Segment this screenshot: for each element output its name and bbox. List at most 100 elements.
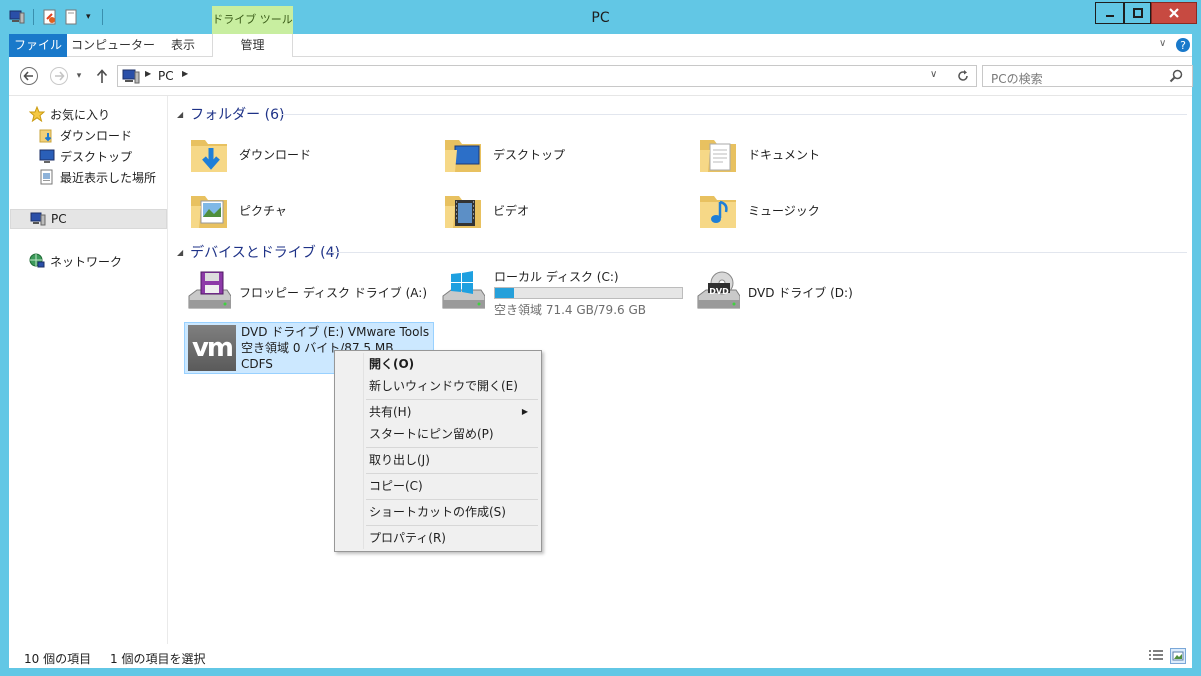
- downloads-folder-icon: [187, 132, 231, 176]
- dvd-logo-text: DVD: [709, 286, 729, 296]
- menu-separator: [366, 499, 538, 500]
- group-header-devices[interactable]: ◢ デバイスとドライブ (4): [177, 242, 340, 262]
- minimize-button[interactable]: [1095, 2, 1124, 24]
- up-button[interactable]: [93, 65, 111, 87]
- menu-item-share[interactable]: 共有(H) ▶: [338, 401, 538, 423]
- help-icon[interactable]: ?: [1175, 37, 1191, 53]
- group-divider: [281, 114, 1187, 115]
- group-divider: [329, 252, 1187, 253]
- nav-item-network[interactable]: ネットワーク: [29, 251, 122, 271]
- documents-folder-icon: [696, 132, 740, 176]
- tab-computer[interactable]: コンピューター: [71, 34, 155, 57]
- search-input[interactable]: PCの検索: [982, 65, 1193, 87]
- forward-button[interactable]: [48, 65, 70, 87]
- details-view-icon[interactable]: [1148, 649, 1164, 663]
- menu-item-label: 共有(H): [369, 405, 412, 419]
- drive-tile-floppy[interactable]: フロッピー ディスク ドライブ (A:): [187, 268, 427, 316]
- desktop-folder-icon: [441, 132, 485, 176]
- menu-separator: [366, 447, 538, 448]
- refresh-icon[interactable]: [956, 69, 970, 83]
- network-icon: [29, 253, 45, 269]
- disk-usage-bar: [494, 287, 683, 299]
- up-arrow-icon: [96, 69, 108, 83]
- nav-item-pc[interactable]: PC: [10, 209, 167, 229]
- folder-tile-pictures[interactable]: ピクチャ: [187, 186, 287, 234]
- folder-name: ダウンロード: [239, 147, 312, 162]
- nav-item-recent-places[interactable]: 最近表示した場所: [39, 167, 156, 187]
- breadcrumb-chevron-icon[interactable]: ▶: [182, 69, 188, 78]
- menu-item-copy[interactable]: コピー(C): [338, 475, 538, 497]
- nav-label: ネットワーク: [50, 254, 123, 269]
- menu-separator: [366, 525, 538, 526]
- recent-locations-dropdown[interactable]: ▾: [72, 65, 86, 87]
- collapse-triangle-icon: ◢: [177, 109, 184, 119]
- drive-name: フロッピー ディスク ドライブ (A:): [239, 285, 428, 300]
- videos-folder-icon: [441, 188, 485, 232]
- address-bar[interactable]: ▶ PC ▶ ∨: [117, 65, 977, 87]
- nav-label: デスクトップ: [60, 149, 133, 164]
- tab-file[interactable]: ファイル: [9, 34, 67, 57]
- nav-label: ダウンロード: [60, 128, 133, 143]
- content-pane: ◢ フォルダー (6) ダウンロード デスクトップ ドキュメント ピクチャ ビデ…: [169, 96, 1192, 644]
- group-title: デバイスとドライブ (4): [190, 245, 341, 261]
- minimize-icon: [1105, 15, 1114, 17]
- navigation-pane: お気に入り ダウンロード デスクトップ 最近表示した場所 PC ネットワーク: [9, 96, 168, 644]
- vmware-drive-icon: vm: [188, 325, 236, 371]
- drive-name: ローカル ディスク (C:): [494, 270, 619, 284]
- drive-tile-local-disk-c[interactable]: ローカル ディスク (C:) 空き領域 71.4 GB/79.6 GB: [441, 268, 701, 317]
- menu-item-open[interactable]: 開く(O): [338, 353, 538, 375]
- close-icon: [1169, 8, 1179, 18]
- drive-name: DVD ドライブ (E:) VMware Tools: [241, 325, 430, 339]
- explorer-window: ▾ PC ドライブ ツール ファイル コンピューター 表示 管理 ∨ ? ▾ ▶…: [0, 0, 1201, 676]
- menu-item-properties[interactable]: プロパティ(R): [338, 527, 538, 549]
- nav-item-favorites[interactable]: お気に入り: [29, 104, 110, 124]
- menu-item-create-shortcut[interactable]: ショートカットの作成(S): [338, 501, 538, 523]
- svg-text:?: ?: [1180, 39, 1186, 52]
- forward-arrow-icon: [50, 67, 68, 85]
- nav-label: お気に入り: [50, 107, 111, 122]
- maximize-button[interactable]: [1124, 2, 1151, 24]
- folder-tile-desktop[interactable]: デスクトップ: [441, 130, 565, 178]
- dvd-drive-icon: DVD: [696, 270, 740, 314]
- pictures-folder-icon: [187, 188, 231, 232]
- folder-tile-videos[interactable]: ビデオ: [441, 186, 529, 234]
- status-item-count: 10 個の項目: [24, 652, 92, 666]
- contextual-tab-drive-tools: ドライブ ツール: [212, 6, 293, 34]
- search-icon[interactable]: [1169, 69, 1183, 83]
- breadcrumb-chevron-icon[interactable]: ▶: [145, 69, 151, 78]
- submenu-arrow-icon: ▶: [521, 407, 528, 416]
- nav-item-downloads[interactable]: ダウンロード: [39, 125, 132, 145]
- star-icon: [29, 106, 45, 122]
- folder-tile-documents[interactable]: ドキュメント: [696, 130, 820, 178]
- pc-icon: [30, 211, 46, 227]
- large-icons-view-icon[interactable]: [1170, 648, 1186, 664]
- breadcrumb-pc[interactable]: PC: [158, 69, 174, 83]
- folder-tile-downloads[interactable]: ダウンロード: [187, 130, 311, 178]
- tab-view[interactable]: 表示: [159, 34, 207, 57]
- back-button[interactable]: [18, 65, 40, 87]
- folder-name: ビデオ: [493, 203, 530, 218]
- context-menu: 開く(O) 新しいウィンドウで開く(E) 共有(H) ▶ スタートにピン留め(P…: [334, 350, 542, 552]
- group-header-folders[interactable]: ◢ フォルダー (6): [177, 104, 284, 124]
- tab-manage[interactable]: 管理: [212, 34, 293, 57]
- menu-item-pin-to-start[interactable]: スタートにピン留め(P): [338, 423, 538, 445]
- drive-free-space: 空き領域 71.4 GB/79.6 GB: [494, 303, 646, 317]
- menu-item-eject[interactable]: 取り出し(J): [338, 449, 538, 471]
- menu-item-open-new-window[interactable]: 新しいウィンドウで開く(E): [338, 375, 538, 397]
- address-dropdown-icon[interactable]: ∨: [930, 69, 937, 80]
- recent-places-icon: [39, 169, 55, 185]
- menu-separator: [366, 473, 538, 474]
- floppy-drive-icon: [187, 270, 231, 314]
- folder-name: ミュージック: [748, 203, 820, 218]
- drive-tile-dvd-d[interactable]: DVD DVD ドライブ (D:): [696, 268, 853, 316]
- navigation-bar: ▾ ▶ PC ▶ ∨ PCの検索: [9, 57, 1193, 96]
- nav-item-desktop[interactable]: デスクトップ: [39, 146, 132, 166]
- ribbon-tabs: ファイル コンピューター 表示 管理 ∨ ?: [9, 34, 1192, 57]
- window-title: PC: [591, 10, 610, 26]
- expand-ribbon-icon[interactable]: ∨: [1159, 38, 1166, 49]
- drive-name: DVD ドライブ (D:): [748, 285, 853, 300]
- title-bar: ▾ PC ドライブ ツール: [0, 0, 1201, 34]
- folder-tile-music[interactable]: ミュージック: [696, 186, 820, 234]
- close-button[interactable]: [1151, 2, 1197, 24]
- folder-name: ドキュメント: [748, 147, 821, 162]
